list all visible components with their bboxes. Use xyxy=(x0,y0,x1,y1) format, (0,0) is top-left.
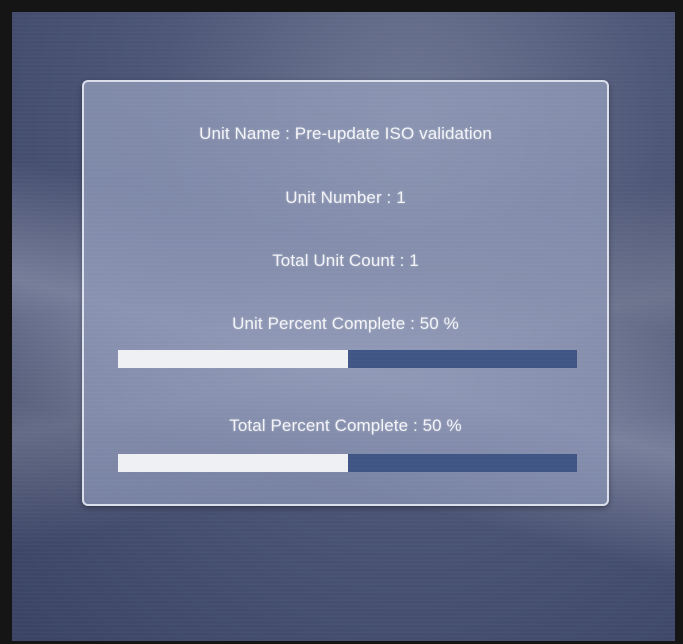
unit-progress-fill xyxy=(118,350,348,368)
total-percent-label: Total Percent Complete : 50 % xyxy=(229,416,462,435)
unit-progress-bar xyxy=(118,350,577,368)
unit-percent-label: Unit Percent Complete : 50 % xyxy=(232,314,459,333)
unit-number-text: Unit Number : 1 xyxy=(285,188,406,207)
update-progress-dialog: Unit Name : Pre-update ISO validation Un… xyxy=(82,80,609,506)
unit-name-text: Unit Name : Pre-update ISO validation xyxy=(199,124,492,143)
total-progress-fill xyxy=(118,454,348,472)
tv-bezel: Unit Name : Pre-update ISO validation Un… xyxy=(0,0,683,644)
total-unit-count-text: Total Unit Count : 1 xyxy=(272,251,419,270)
screen-background: Unit Name : Pre-update ISO validation Un… xyxy=(12,12,675,641)
total-progress-bar xyxy=(118,454,577,472)
